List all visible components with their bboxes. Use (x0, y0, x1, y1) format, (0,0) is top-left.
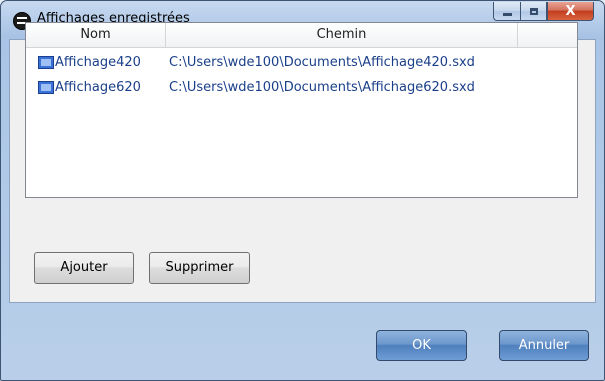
maximize-button[interactable] (520, 2, 547, 21)
minimize-icon (502, 12, 512, 16)
caption-buttons: X (493, 2, 594, 22)
cancel-button[interactable]: Annuler (499, 330, 589, 361)
list-item-path: C:\Users\wde100\Documents\Affichage620.s… (169, 80, 475, 95)
column-header-name[interactable]: Nom (26, 23, 166, 47)
close-button[interactable]: X (547, 2, 594, 21)
list-item-name: Affichage420 (55, 55, 141, 70)
list-header: Nom Chemin (26, 23, 577, 48)
list-item-path: C:\Users\wde100\Documents\Affichage420.s… (169, 55, 475, 70)
dialog-window: Affichages enregistrées X Nom Chemin Aff… (0, 0, 605, 381)
view-file-icon (38, 56, 54, 69)
saved-views-list[interactable]: Nom Chemin Affichage420 C:\Users\wde100\… (25, 22, 578, 198)
list-item-name: Affichage620 (55, 80, 141, 95)
column-header-path[interactable]: Chemin (166, 23, 518, 47)
close-icon: X (565, 3, 576, 19)
maximize-icon (529, 7, 538, 15)
ok-button[interactable]: OK (376, 330, 467, 361)
minimize-button[interactable] (493, 2, 520, 21)
remove-button[interactable]: Supprimer (149, 252, 250, 284)
add-button[interactable]: Ajouter (34, 252, 134, 284)
view-file-icon (38, 81, 54, 94)
